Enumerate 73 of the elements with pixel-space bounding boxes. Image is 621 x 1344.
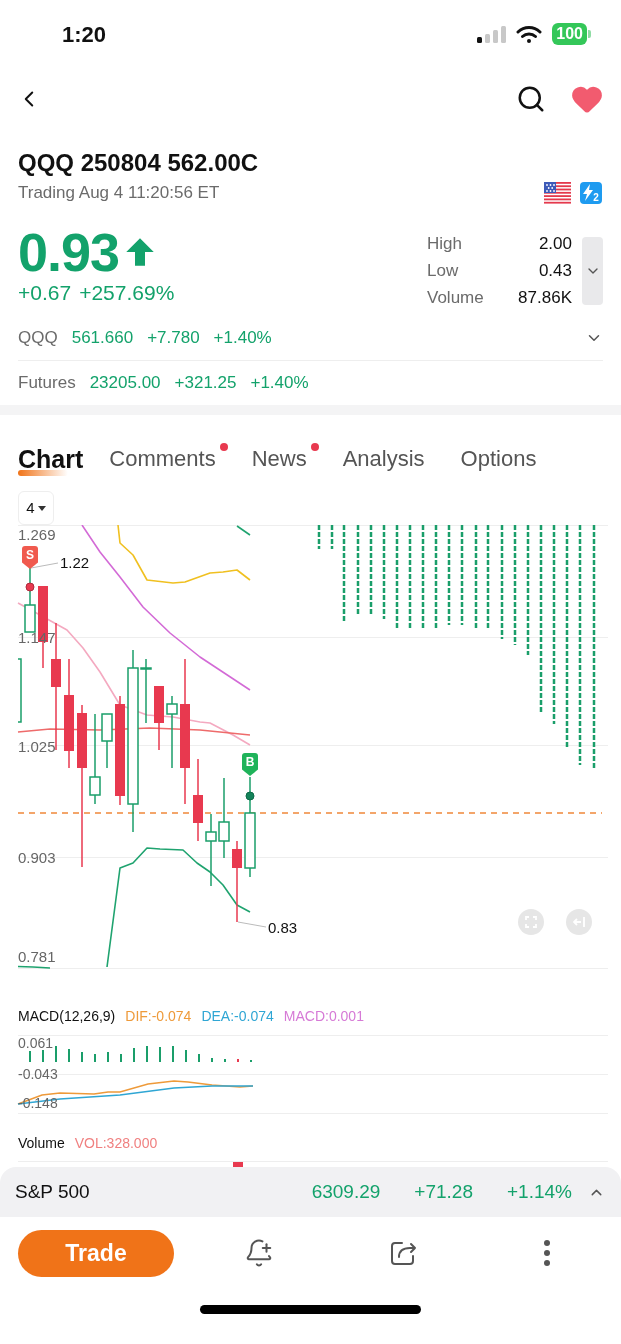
stat-label: High [427,233,463,255]
price-change: +0.67 [18,280,72,306]
axis-label: 1.269 [18,527,56,543]
signal-icon [477,25,507,43]
stat-value: 87.86K [517,287,572,309]
candle [154,685,164,751]
index-change: +71.28 [414,1179,473,1204]
search-icon [516,84,546,114]
share-icon [389,1239,417,1267]
related-price: 561.660 [71,327,134,350]
low-label: 0.83 [268,919,298,937]
index-price: 6309.29 [311,1179,381,1204]
axis-label: -0.043 [18,1067,58,1081]
tab[interactable]: Chart [18,443,86,478]
volume-title: Volume [18,1134,65,1153]
related-label: QQQ [18,327,58,350]
buy-dot-icon [245,791,255,801]
candle [17,658,22,723]
related-change-percent: +1.40% [250,372,309,395]
index-ticker-bar[interactable]: S&P 500 6309.29 +71.28 +1.14% [0,1167,621,1217]
price-change-percent: +257.69% [79,280,175,306]
related-price: 23205.00 [89,372,161,395]
badge-number: 2 [593,192,599,203]
lightning-icon [583,184,594,201]
band-line [236,525,251,536]
axis-label: 0.061 [18,1036,54,1050]
stat-label: Volume [427,287,484,309]
index-name: S&P 500 [15,1179,90,1204]
tab[interactable]: Options [460,443,549,478]
bell-plus-icon [244,1238,274,1268]
related-label: Futures [18,372,76,395]
macd-title: MACD(12,26,9) [18,1007,116,1026]
axis-label: 0.781 [18,949,56,965]
trading-status: Trading Aug 4 11:20:56 ET [18,182,220,204]
more-icon [544,1240,550,1266]
sell-dot-icon [25,582,35,592]
candle [24,567,36,633]
dashed-bar [330,525,334,549]
index-change-percent: +1.14% [507,1179,572,1204]
related-change: +321.25 [174,372,237,395]
axis-label: 0.903 [18,850,56,866]
tab[interactable]: Comments [109,443,228,478]
contract-title: QQQ 250804 562.00C [18,148,260,178]
high-label: 1.22 [60,554,90,572]
wifi-icon [516,24,543,44]
dashed-bar [317,525,321,549]
related-change-percent: +1.40% [213,327,272,350]
macd-reading: MACD:0.001 [283,1007,364,1026]
stat-value: 2.00 [537,233,572,255]
buy-marker: B [242,753,258,776]
band-line [17,965,51,969]
battery-indicator: 100 [552,23,591,45]
leader-line [237,921,267,928]
up-arrow-icon [125,237,156,267]
volume-bar [233,1162,243,1167]
sell-marker: S [22,546,38,569]
stat-value: 0.43 [537,260,572,282]
volume-reading: VOL:328.000 [74,1134,158,1153]
period-dropdown[interactable]: 4 [18,491,54,525]
caret-down-icon [37,505,46,511]
dif-reading: DIF:-0.074 [125,1007,192,1026]
axis-label: 1.025 [18,739,56,755]
status-time: 1:20 [62,20,107,49]
dea-reading: DEA:-0.074 [201,1007,274,1026]
us-flag-icon [544,182,571,204]
tab[interactable]: News [251,443,319,478]
last-price: 0.93 [18,224,120,280]
related-change: +7.780 [147,327,200,350]
arrow-left-bar-icon [573,917,585,927]
fullscreen-icon [525,916,537,928]
leader-line [30,562,59,569]
stat-label: Low [427,260,460,282]
tab[interactable]: Analysis [342,443,437,478]
